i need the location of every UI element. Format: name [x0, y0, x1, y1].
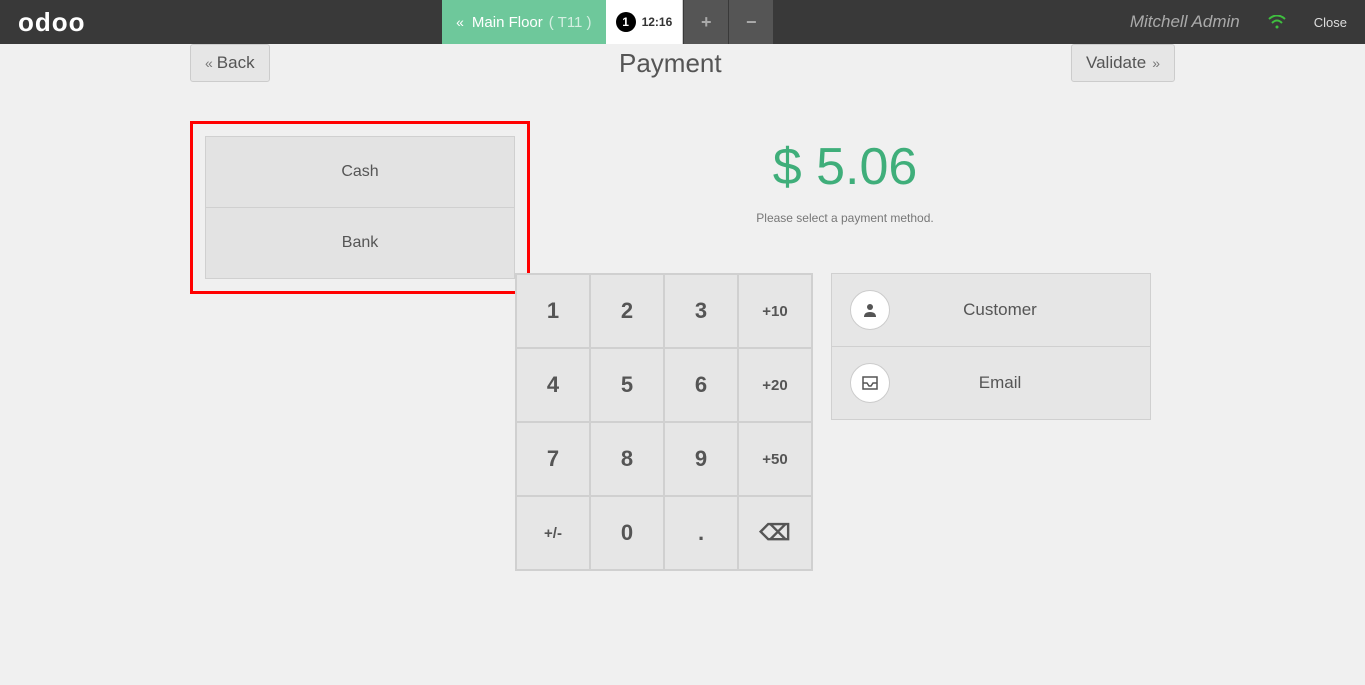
chevron-left-icon: «: [456, 14, 464, 30]
back-label: Back: [217, 53, 255, 73]
numkey-plus10[interactable]: +10: [738, 274, 812, 348]
payment-hint: Please select a payment method.: [515, 211, 1175, 225]
validate-button[interactable]: Validate »: [1071, 44, 1175, 82]
numkey-7[interactable]: 7: [516, 422, 590, 496]
payment-method-bank[interactable]: Bank: [205, 207, 515, 279]
add-order-button[interactable]: +: [684, 0, 728, 44]
backspace-icon: ⌫: [759, 520, 790, 546]
numkey-plus20[interactable]: +20: [738, 348, 812, 422]
numkey-9[interactable]: 9: [664, 422, 738, 496]
right-column: $ 5.06 Please select a payment method. 1…: [515, 111, 1365, 685]
content: Cash Bank $ 5.06 Please select a payment…: [0, 97, 1365, 685]
floor-button[interactable]: « Main Floor ( T11 ): [442, 0, 605, 44]
remove-order-button[interactable]: −: [729, 0, 773, 44]
chevron-right-icon: »: [1152, 55, 1160, 71]
numkey-sign[interactable]: +/-: [516, 496, 590, 570]
back-button[interactable]: « Back: [190, 44, 270, 82]
numkey-backspace[interactable]: ⌫: [738, 496, 812, 570]
close-button[interactable]: Close: [1296, 15, 1365, 30]
numkey-0[interactable]: 0: [590, 496, 664, 570]
topbar: odoo « Main Floor ( T11 ) 1 12:16 + − Mi…: [0, 0, 1365, 44]
page-title: Payment: [619, 48, 722, 79]
order-number-badge: 1: [616, 12, 636, 32]
amount-due: $ 5.06: [515, 137, 1175, 197]
inbox-icon: [850, 363, 890, 403]
side-actions: Customer Email: [831, 273, 1175, 571]
order-tab[interactable]: 1 12:16: [606, 0, 684, 44]
chevron-left-icon: «: [205, 55, 213, 71]
username[interactable]: Mitchell Admin: [1112, 12, 1258, 32]
numkey-6[interactable]: 6: [664, 348, 738, 422]
numkey-plus50[interactable]: +50: [738, 422, 812, 496]
order-time: 12:16: [642, 15, 673, 29]
topbar-center: « Main Floor ( T11 ) 1 12:16 + −: [104, 0, 1112, 44]
numkey-4[interactable]: 4: [516, 348, 590, 422]
payment-methods-highlight: Cash Bank: [190, 121, 530, 294]
numpad: 1 2 3 +10 4 5 6 +20 7 8 9 +50 +/- 0 . ⌫: [515, 273, 813, 571]
customer-label: Customer: [908, 300, 1132, 320]
customer-button[interactable]: Customer: [831, 273, 1151, 347]
email-label: Email: [908, 373, 1132, 393]
validate-label: Validate: [1086, 53, 1146, 73]
left-column: Cash Bank: [0, 111, 515, 685]
numkey-8[interactable]: 8: [590, 422, 664, 496]
numkey-1[interactable]: 1: [516, 274, 590, 348]
logo: odoo: [0, 0, 104, 44]
lower-row: 1 2 3 +10 4 5 6 +20 7 8 9 +50 +/- 0 . ⌫: [515, 273, 1175, 571]
wifi-icon: [1258, 15, 1296, 29]
numkey-dot[interactable]: .: [664, 496, 738, 570]
numkey-5[interactable]: 5: [590, 348, 664, 422]
floor-label: Main Floor: [472, 14, 543, 31]
topbar-right: Mitchell Admin Close: [1112, 0, 1365, 44]
email-button[interactable]: Email: [831, 347, 1151, 420]
user-icon: [850, 290, 890, 330]
table-id: ( T11 ): [549, 14, 592, 31]
payment-method-cash[interactable]: Cash: [205, 136, 515, 207]
numkey-3[interactable]: 3: [664, 274, 738, 348]
numkey-2[interactable]: 2: [590, 274, 664, 348]
header-row: « Back Payment Validate »: [0, 44, 1365, 97]
